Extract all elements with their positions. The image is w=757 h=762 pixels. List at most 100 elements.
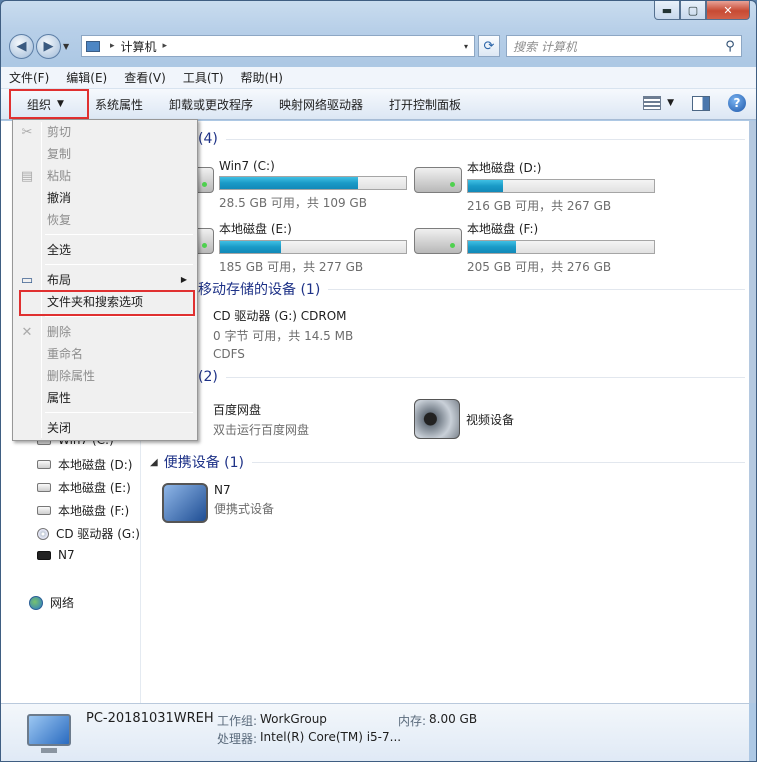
recent-pages-dropdown[interactable]: ▼ (63, 42, 75, 51)
nav-item-label: 本地磁盘 (E:) (58, 481, 131, 495)
menu-item-redo[interactable]: 恢复 (47, 210, 193, 230)
uninstall-program-button[interactable]: 卸载或更改程序 (169, 96, 253, 113)
nav-item-drive-f[interactable]: 本地磁盘 (F:) (37, 502, 129, 519)
drive-tile-c[interactable]: Win7 (C:) 28.5 GB 可用，共 109 GB (166, 159, 407, 211)
drive-usage-fill (468, 180, 504, 192)
open-control-panel-button[interactable]: 打开控制面板 (389, 96, 461, 113)
drive-tile-f[interactable]: 本地磁盘 (F:) 205 GB 可用，共 276 GB (414, 220, 655, 275)
item-info: 百度网盘 双击运行百度网盘 (213, 401, 309, 438)
menu-item-select-all[interactable]: 全选 (47, 240, 193, 260)
change-view-icon[interactable] (643, 96, 662, 110)
nav-item-label: 网络 (50, 596, 75, 610)
group-header-other[interactable]: (2) (198, 369, 745, 385)
menu-file[interactable]: 文件(F) (9, 69, 49, 86)
delete-icon: ✕ (21, 324, 33, 340)
group-header-portable[interactable]: ◢ 便携设备 (1) (150, 452, 745, 472)
nav-item-drive-d[interactable]: 本地磁盘 (D:) (37, 456, 132, 473)
drive-free-space: 0 字节 可用，共 14.5 MB (213, 329, 354, 343)
details-pane: PC-20181031WREH 工作组: WorkGroup 内存: 8.00 … (1, 703, 749, 761)
close-button[interactable]: ✕ (706, 1, 750, 20)
search-icon[interactable]: ⚲ (719, 39, 741, 54)
command-bar-right: ▼ ? (643, 94, 746, 112)
view-options-dropdown[interactable]: ▼ (667, 98, 674, 108)
nav-item-label: 本地磁盘 (F:) (58, 504, 130, 518)
drive-usage-fill (220, 241, 282, 253)
maximize-button[interactable]: ▢ (680, 1, 706, 20)
drive-info: Win7 (C:) 28.5 GB 可用，共 109 GB (219, 159, 407, 211)
minimize-button[interactable]: ▬ (654, 1, 680, 20)
organize-button[interactable]: 组织 ▼ (9, 89, 89, 119)
drive-filesystem: CDFS (213, 347, 245, 361)
item-name: 视频设备 (466, 412, 515, 427)
address-dropdown[interactable]: ▾ (458, 42, 474, 51)
portable-device-icon (37, 550, 51, 560)
nav-item-cd-drive[interactable]: CD 驱动器 (G:) (37, 525, 140, 542)
menu-item-cut[interactable]: 剪切 (47, 122, 193, 142)
hard-drive-icon (414, 228, 462, 254)
menu-item-undo[interactable]: 撤消 (47, 188, 193, 208)
menu-separator (45, 412, 193, 413)
menu-view[interactable]: 查看(V) (124, 69, 166, 86)
cd-drive-tile[interactable]: CD 驱动器 (G:) CDROM 0 字节 可用，共 14.5 MB CDFS (213, 307, 353, 361)
menu-item-copy[interactable]: 复制 (47, 144, 193, 164)
drive-tile-d[interactable]: 本地磁盘 (D:) 216 GB 可用，共 267 GB (414, 159, 655, 214)
portable-device-tile-n7[interactable]: N7 便携式设备 (162, 483, 274, 523)
menu-item-paste[interactable]: 粘贴 (47, 166, 193, 186)
menu-item-delete[interactable]: 删除 (47, 322, 193, 342)
menu-item-layout[interactable]: 布局 ▶ (47, 270, 193, 290)
menu-item-close[interactable]: 关闭 (47, 418, 193, 438)
breadcrumb-computer[interactable]: 计算机 (121, 38, 157, 55)
breadcrumb-separator[interactable]: ▸ (163, 41, 168, 51)
highlight-box-folder-options (19, 290, 195, 316)
menu-separator (45, 234, 193, 235)
drive-usage-bar (219, 176, 407, 190)
item-info: N7 便携式设备 (214, 483, 274, 523)
group-header-hard-disks[interactable]: (4) (198, 131, 745, 147)
drive-free-space: 216 GB 可用，共 267 GB (467, 199, 612, 213)
drive-free-space: 28.5 GB 可用，共 109 GB (219, 196, 367, 210)
help-icon[interactable]: ? (728, 94, 746, 112)
search-input[interactable]: 搜索 计算机 ⚲ (506, 35, 742, 57)
drive-usage-bar (219, 240, 407, 254)
group-divider (251, 461, 745, 463)
hard-drive-icon (414, 167, 462, 193)
refresh-button[interactable]: ⟳ (478, 35, 500, 57)
menu-item-remove-properties[interactable]: 删除属性 (47, 366, 193, 386)
cd-drive-icon (37, 527, 49, 540)
item-name: N7 (214, 483, 231, 497)
nav-item-network[interactable]: 网络 (29, 594, 74, 611)
computer-icon (27, 714, 71, 753)
group-divider (225, 376, 745, 378)
network-icon (29, 595, 43, 610)
menu-item-rename[interactable]: 重命名 (47, 344, 193, 364)
drive-name: 本地磁盘 (D:) (467, 161, 542, 175)
preview-pane-icon[interactable] (692, 95, 710, 111)
system-properties-button[interactable]: 系统属性 (95, 96, 143, 113)
layout-icon: ▭ (20, 272, 34, 288)
drive-tile-e[interactable]: 本地磁盘 (E:) 185 GB 可用，共 277 GB (166, 220, 407, 275)
memory-label: 内存: (398, 714, 427, 728)
address-bar[interactable]: ▸ 计算机 ▸ ▾ (81, 35, 475, 57)
baidu-netdisk-tile[interactable]: 百度网盘 双击运行百度网盘 (213, 401, 309, 438)
collapse-arrow-icon[interactable]: ◢ (150, 457, 158, 468)
nav-item-drive-e[interactable]: 本地磁盘 (E:) (37, 479, 131, 496)
video-camera-icon (414, 399, 460, 439)
video-device-tile[interactable]: 视频设备 (414, 399, 514, 439)
menu-tools[interactable]: 工具(T) (183, 69, 224, 86)
breadcrumb-separator[interactable]: ▸ (110, 41, 115, 51)
menu-item-label: 布局 (47, 273, 72, 287)
drive-name: 本地磁盘 (F:) (467, 222, 539, 236)
menu-item-properties[interactable]: 属性 (47, 388, 193, 408)
workgroup-label: 工作组: (217, 714, 258, 728)
menu-help[interactable]: 帮助(H) (241, 69, 283, 86)
group-header-removable[interactable]: 移动存储的设备 (1) (198, 279, 745, 299)
drive-name: CD 驱动器 (G:) CDROM (213, 309, 347, 323)
back-button[interactable]: ◀ (9, 33, 34, 59)
nav-item-n7[interactable]: N7 (37, 548, 75, 562)
map-network-drive-button[interactable]: 映射网络驱动器 (279, 96, 363, 113)
menu-edit[interactable]: 编辑(E) (66, 69, 107, 86)
group-divider (328, 288, 745, 290)
drive-info: 本地磁盘 (F:) 205 GB 可用，共 276 GB (467, 220, 655, 275)
forward-button[interactable]: ▶ (36, 33, 61, 59)
explorer-window: ▬ ▢ ✕ ◀ ▶ ▼ ▸ 计算机 ▸ ▾ ⟳ 搜索 计算机 ⚲ 文件(F) 编… (0, 0, 757, 762)
